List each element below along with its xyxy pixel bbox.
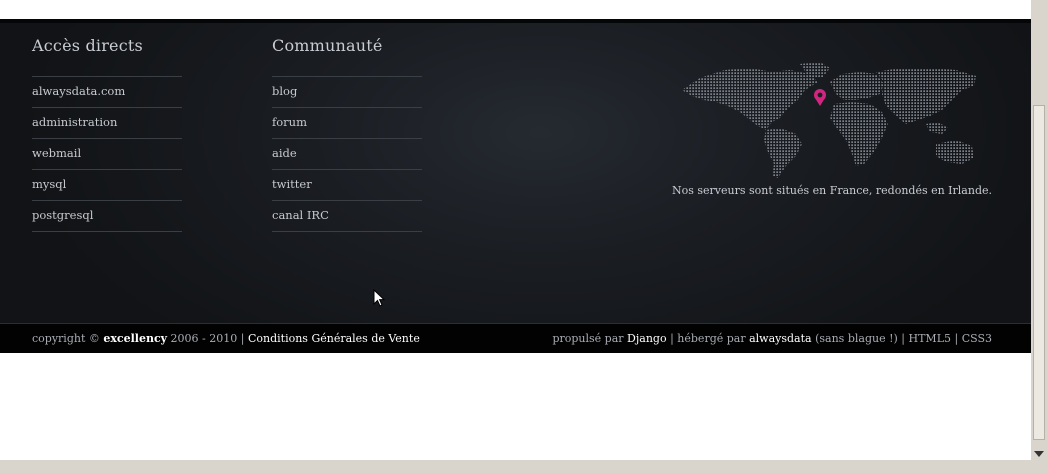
server-location-note: Nos serveurs sont situés en France, redo… <box>672 184 992 197</box>
link-forum[interactable]: forum <box>272 115 307 129</box>
world-map-icon <box>682 62 976 178</box>
copyright-prefix: copyright © <box>32 332 104 345</box>
link-blog[interactable]: blog <box>272 84 297 98</box>
horizontal-scrollbar[interactable] <box>0 460 1048 473</box>
separator: | <box>951 332 962 345</box>
list-item: mysql <box>32 170 182 201</box>
list-item: forum <box>272 108 422 139</box>
hosted-prefix: | hébergé par <box>666 332 750 345</box>
list-item: aide <box>272 139 422 170</box>
direct-access-list: alwaysdata.com administration webmail my… <box>32 76 182 232</box>
css3-link[interactable]: CSS3 <box>962 332 992 345</box>
page-bottom-area <box>0 353 1031 460</box>
copyright-years: 2006 - 2010 | <box>167 332 248 345</box>
list-item: webmail <box>32 139 182 170</box>
community-list: blog forum aide twitter canal IRC <box>272 76 422 232</box>
site-footer: Accès directs alwaysdata.com administrat… <box>0 19 1031 323</box>
direct-access-title: Accès directs <box>32 36 143 55</box>
page-top-area <box>0 0 1031 19</box>
scrollbar-thumb[interactable] <box>1033 105 1045 440</box>
alwaysdata-link[interactable]: alwaysdata <box>749 332 812 345</box>
link-alwaysdata[interactable]: alwaysdata.com <box>32 84 125 98</box>
mouse-cursor-icon <box>373 289 386 307</box>
list-item: alwaysdata.com <box>32 77 182 108</box>
copyright-line: copyright © excellency 2006 - 2010 | Con… <box>32 332 420 345</box>
link-irc[interactable]: canal IRC <box>272 208 329 222</box>
cgv-link[interactable]: Conditions Générales de Vente <box>248 332 420 345</box>
link-administration[interactable]: administration <box>32 115 117 129</box>
django-link[interactable]: Django <box>627 332 667 345</box>
list-item: postgresql <box>32 201 182 232</box>
footer-bottom-bar: copyright © excellency 2006 - 2010 | Con… <box>0 323 1031 353</box>
credits-line: propulsé par Django | hébergé par always… <box>552 332 992 345</box>
vertical-scrollbar[interactable] <box>1031 0 1048 460</box>
community-title: Communauté <box>272 36 383 55</box>
list-item: canal IRC <box>272 201 422 232</box>
html5-link[interactable]: HTML5 <box>909 332 952 345</box>
list-item: twitter <box>272 170 422 201</box>
link-postgresql[interactable]: postgresql <box>32 208 93 222</box>
scroll-down-icon[interactable] <box>1034 451 1044 457</box>
link-webmail[interactable]: webmail <box>32 146 81 160</box>
list-item: blog <box>272 77 422 108</box>
link-mysql[interactable]: mysql <box>32 177 66 191</box>
link-aide[interactable]: aide <box>272 146 297 160</box>
brand-excellency: excellency <box>103 332 168 345</box>
joke-text: (sans blague !) | <box>811 332 909 345</box>
link-twitter[interactable]: twitter <box>272 177 312 191</box>
powered-prefix: propulsé par <box>552 332 628 345</box>
list-item: administration <box>32 108 182 139</box>
